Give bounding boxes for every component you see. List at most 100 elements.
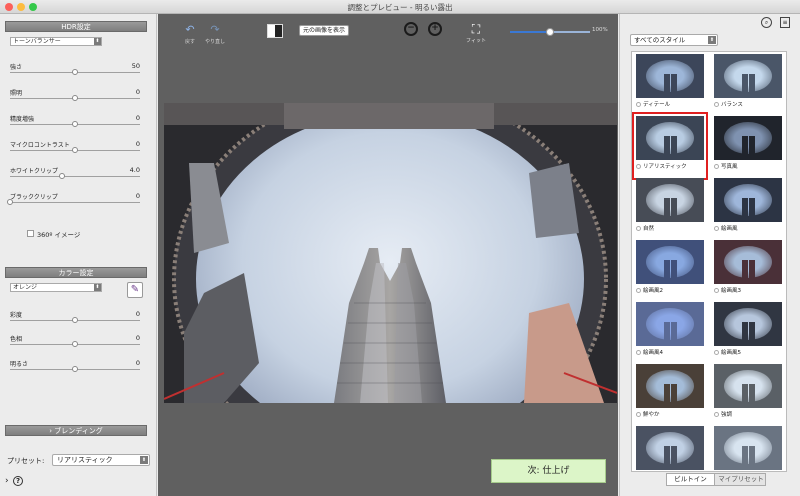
undo-button[interactable]: ↶ 戻す (180, 24, 200, 46)
favorite-radio[interactable] (714, 164, 719, 169)
style-thumb[interactable]: バランス (714, 54, 782, 114)
eyedropper-icon[interactable]: ✎ (127, 282, 143, 298)
tone-method-select[interactable]: トーンバランサー ⬍ (10, 37, 102, 46)
fit-screen-icon: ⛶ (471, 22, 481, 36)
slider-label: 照明 (10, 90, 23, 97)
slider-value: 0 (135, 114, 140, 122)
tab-my-presets[interactable]: マイプリセット (716, 474, 766, 485)
redo-button[interactable]: ↷ やり直し (205, 24, 226, 46)
slider-label: 彩度 (10, 312, 23, 319)
favorite-radio[interactable] (714, 102, 719, 107)
favorite-radio[interactable] (636, 412, 641, 417)
preset-value: リアリスティック (57, 456, 113, 464)
zoom-in-icon[interactable]: + (428, 22, 442, 36)
preset-label: プリセット: (7, 457, 45, 465)
slider-knob[interactable] (72, 147, 78, 153)
favorite-radio[interactable] (636, 164, 641, 169)
preview-photo-graphic (164, 103, 617, 403)
favorite-radio[interactable] (714, 350, 719, 355)
slider-label: 精度増強 (10, 116, 35, 123)
slider-knob[interactable] (7, 199, 13, 205)
app-window: 調整とプレビュー - 明るい露出 HDR設定 トーンバランサー ⬍ 強さ 50 照明… (0, 0, 800, 496)
select-arrow-icon: ⬍ (140, 456, 148, 464)
slider-colorSliders-0[interactable]: 彩度 0 (10, 310, 140, 326)
preset-tabs: ビルトイン マイプリセット (666, 473, 766, 486)
style-thumb[interactable]: 写真風 (714, 116, 782, 176)
compare-icon[interactable] (267, 24, 283, 38)
next-finish-button[interactable]: 次: 仕上げ (491, 459, 606, 483)
slider-knob[interactable] (72, 341, 78, 347)
slider-hdrSliders-3[interactable]: マイクロコントラスト 0 (10, 140, 140, 156)
slider-value: 0 (135, 310, 140, 318)
fit-button[interactable]: ⛶ フィット (465, 23, 487, 44)
chevron-right-icon[interactable]: › (5, 476, 9, 486)
slider-hdrSliders-5[interactable]: ブラッククリップ 0 (7, 192, 140, 208)
slider-knob[interactable] (72, 317, 78, 323)
favorite-radio[interactable] (636, 102, 641, 107)
hdr-settings-header[interactable]: HDR設定 (5, 21, 147, 32)
favorite-radio[interactable] (714, 226, 719, 231)
slider-hdrSliders-4[interactable]: ホワイトクリップ 4.0 (10, 166, 140, 182)
slider-hdrSliders-0[interactable]: 強さ 50 (10, 62, 140, 78)
slider-colorSliders-2[interactable]: 明るさ 0 (10, 359, 140, 375)
slider-knob[interactable] (59, 173, 65, 179)
slider-colorSliders-1[interactable]: 色相 0 (10, 334, 140, 350)
style-thumb[interactable]: 絵画風3 (714, 240, 782, 300)
style-thumb[interactable] (714, 426, 782, 471)
favorite-radio[interactable] (636, 226, 641, 231)
style-thumb[interactable]: 絵画風 (714, 178, 782, 238)
style-thumb-label: 絵画風3 (721, 288, 741, 294)
slider-hdrSliders-2[interactable]: 精度増強 0 (10, 114, 140, 130)
search-icon[interactable]: ⌕ (761, 17, 772, 28)
slider-knob[interactable] (72, 95, 78, 101)
zoom-slider-knob[interactable] (546, 28, 554, 36)
slider-value: 0 (135, 140, 140, 148)
style-thumb-label: リアリスティック (643, 164, 687, 170)
style-thumb[interactable] (636, 426, 704, 471)
slider-knob[interactable] (72, 69, 78, 75)
help-icon[interactable]: ? (13, 476, 23, 486)
slider-track[interactable] (10, 202, 140, 203)
style-thumb[interactable]: ディテール (636, 54, 704, 114)
zoom-slider[interactable] (510, 28, 590, 36)
styles-panel: ⌕ ≡ すべてのスタイル ⬍ ディテール バランス リアリスティック 写真風 自然 絵画風… (619, 14, 800, 496)
redo-label: やり直し (205, 39, 226, 45)
favorite-radio[interactable] (714, 288, 719, 293)
style-thumb[interactable]: 自然 (636, 178, 704, 238)
show-original-button[interactable]: 元の画像を表示 (299, 25, 349, 36)
style-filter-select[interactable]: すべてのスタイル ⬍ (630, 34, 718, 46)
favorite-radio[interactable] (636, 350, 641, 355)
style-thumb-image (714, 426, 782, 470)
blending-header[interactable]: › ブレンディング (5, 425, 147, 436)
color-settings-header[interactable]: カラー設定 (5, 267, 147, 278)
style-thumb-label: 絵画風5 (721, 350, 741, 356)
list-view-icon[interactable]: ≡ (780, 17, 790, 28)
image360-checkbox[interactable] (27, 230, 34, 237)
zoom-out-icon[interactable]: − (404, 22, 418, 36)
slider-value: 50 (131, 62, 140, 70)
style-thumb[interactable]: 絵画風4 (636, 302, 704, 362)
slider-knob[interactable] (72, 121, 78, 127)
slider-track[interactable] (10, 176, 140, 177)
style-thumb-image (714, 302, 782, 346)
tab-builtin[interactable]: ビルトイン (667, 474, 715, 485)
slider-hdrSliders-1[interactable]: 照明 0 (10, 88, 140, 104)
undo-label: 戻す (184, 39, 195, 45)
style-thumb-image (636, 116, 704, 160)
style-thumb[interactable]: 絵画風2 (636, 240, 704, 300)
style-thumb-label: 写真風 (721, 164, 738, 170)
style-thumb-label: 鮮やか (643, 412, 660, 418)
color-mode-select[interactable]: オレンジ ⬍ (10, 283, 102, 292)
style-thumb[interactable]: 絵画風5 (714, 302, 782, 362)
style-thumb-image (636, 364, 704, 408)
style-thumb[interactable]: 鮮やか (636, 364, 704, 424)
title-bar: 調整とプレビュー - 明るい露出 (0, 0, 800, 14)
preset-select[interactable]: リアリスティック ⬍ (52, 454, 150, 466)
favorite-radio[interactable] (714, 412, 719, 417)
favorite-radio[interactable] (636, 288, 641, 293)
select-arrow-icon: ⬍ (708, 36, 716, 44)
slider-knob[interactable] (72, 366, 78, 372)
style-thumb-label: 絵画風2 (643, 288, 663, 294)
style-thumb[interactable]: 強調 (714, 364, 782, 424)
style-thumb[interactable]: リアリスティック (632, 112, 708, 180)
